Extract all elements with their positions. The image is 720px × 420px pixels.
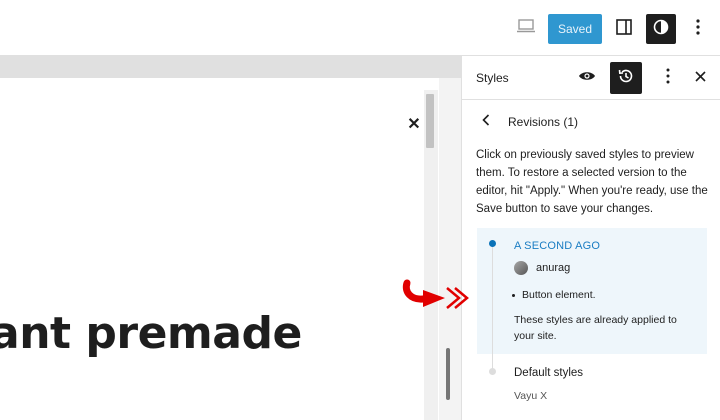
revision-author: anurag bbox=[514, 261, 570, 275]
revisions-button[interactable] bbox=[610, 62, 642, 94]
revision-dot-default bbox=[489, 368, 496, 375]
sidebar-close-button[interactable] bbox=[684, 62, 716, 94]
revision-change-item: Button element. bbox=[512, 289, 596, 301]
styles-sidebar: Styles Revisions (1) Click on previously… bbox=[461, 56, 720, 420]
device-preview-button[interactable] bbox=[512, 14, 540, 42]
default-styles-item[interactable]: Default styles bbox=[514, 367, 583, 379]
sidebar-panel-icon bbox=[616, 18, 632, 40]
toggle-settings-button[interactable] bbox=[610, 14, 638, 44]
revision-time: A SECOND AGO bbox=[514, 240, 601, 252]
canvas-gutter bbox=[439, 78, 461, 420]
page-heading: ant premade bbox=[0, 308, 302, 359]
revision-dot-active bbox=[489, 240, 496, 247]
canvas-scrollbar-handle[interactable] bbox=[446, 348, 450, 400]
saved-button[interactable]: Saved bbox=[548, 14, 602, 44]
annotation-arrow-icon bbox=[401, 274, 475, 314]
close-icon[interactable]: ✕ bbox=[404, 114, 424, 134]
theme-name: Vayu X bbox=[514, 390, 548, 402]
close-icon bbox=[694, 69, 706, 87]
desktop-icon bbox=[517, 18, 535, 38]
eye-icon bbox=[578, 69, 596, 87]
revision-applied-note: These styles are already applied to your… bbox=[514, 314, 677, 342]
editor-top-bar: Saved bbox=[0, 0, 720, 56]
chevron-left-icon bbox=[482, 113, 490, 131]
editor-canvas-area: ✕ ant premade bbox=[0, 56, 461, 420]
avatar bbox=[514, 261, 528, 275]
revisions-description: Click on previously saved styles to prev… bbox=[476, 149, 708, 215]
author-name: anurag bbox=[536, 262, 571, 274]
frame-scrollbar-thumb[interactable] bbox=[426, 94, 434, 148]
bullet-icon bbox=[512, 293, 515, 297]
style-book-button[interactable] bbox=[571, 62, 603, 94]
back-button[interactable] bbox=[476, 112, 496, 132]
preview-frame: ✕ ant premade bbox=[0, 78, 439, 420]
vertical-dots-icon bbox=[696, 18, 700, 40]
options-button[interactable] bbox=[684, 14, 712, 44]
sidebar-header: Styles bbox=[462, 56, 720, 100]
sidebar-more-button[interactable] bbox=[652, 62, 684, 94]
half-circle-styles-icon bbox=[653, 19, 669, 40]
revision-timeline bbox=[492, 244, 493, 374]
revisions-nav: Revisions (1) bbox=[476, 112, 578, 132]
styles-toggle-button[interactable] bbox=[646, 14, 676, 44]
change-text: Button element. bbox=[522, 289, 596, 301]
revisions-title: Revisions (1) bbox=[508, 115, 579, 129]
revisions-icon bbox=[617, 67, 635, 90]
sidebar-title: Styles bbox=[476, 71, 509, 85]
more-icon bbox=[666, 68, 670, 89]
